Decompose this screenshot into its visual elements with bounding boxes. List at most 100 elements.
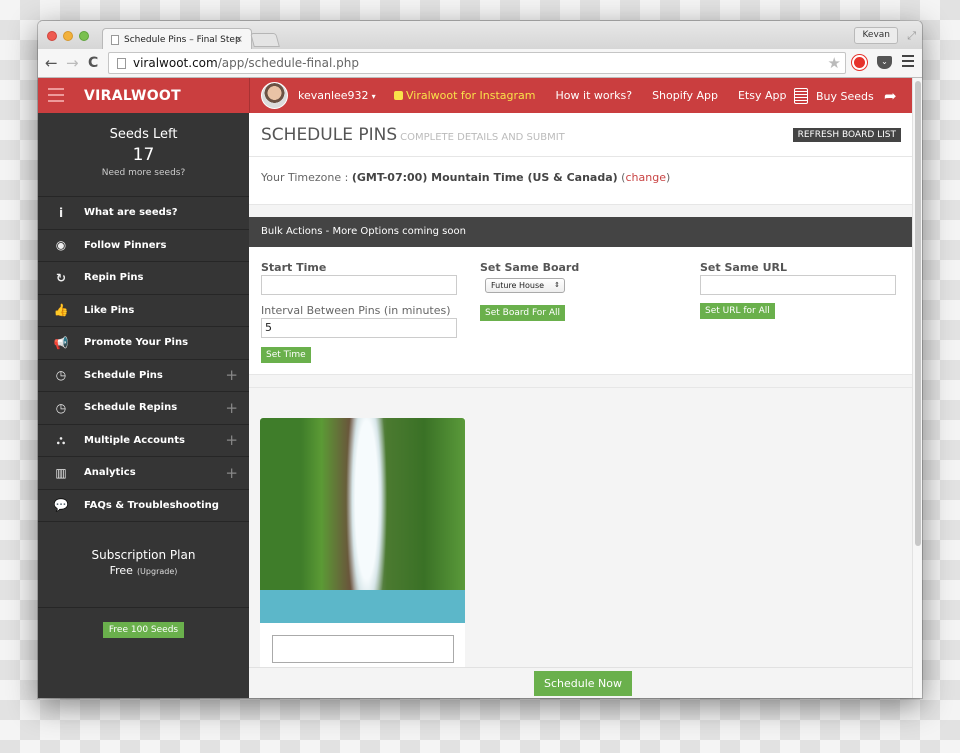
sidebar-item-analytics[interactable]: ▥ Analytics + — [38, 457, 249, 490]
page-icon — [117, 57, 126, 69]
profile-button[interactable]: Kevan — [854, 27, 898, 44]
free-100-seeds-button[interactable]: Free 100 Seeds — [102, 622, 185, 638]
fullscreen-icon[interactable]: ⤢ — [907, 29, 916, 43]
sidebar-item-label: Multiple Accounts — [84, 434, 185, 446]
tab-close-icon[interactable]: × — [235, 34, 243, 45]
sidebar-item-schedule-pins[interactable]: ◷ Schedule Pins + — [38, 360, 249, 392]
top-nav: Viralwoot for Instagram How it works? Sh… — [394, 89, 806, 102]
pin-card — [260, 418, 465, 678]
interval-input[interactable]: 5 — [261, 318, 457, 338]
chat-bubbles-icon: 💬 — [53, 498, 69, 513]
tab-title: Schedule Pins – Final Step — [124, 34, 241, 45]
start-time-input[interactable] — [261, 275, 457, 295]
user-menu[interactable]: kevanlee932 ▾ — [298, 89, 376, 102]
browser-menu-icon[interactable] — [902, 55, 914, 67]
timezone-panel: Your Timezone : (GMT-07:00) Mountain Tim… — [249, 157, 912, 205]
expand-plus-icon[interactable]: + — [225, 464, 238, 482]
sidebar-item-label: Promote Your Pins — [84, 337, 189, 349]
buy-seeds-label: Buy Seeds — [816, 89, 874, 103]
back-icon[interactable]: ← — [45, 54, 58, 72]
plan-name: Free (Upgrade) — [38, 564, 249, 577]
app-header: VIRALWOOT kevanlee932 ▾ Viralwoot for Ins… — [38, 78, 912, 113]
minimize-window-button[interactable] — [63, 31, 73, 41]
waterfall-photo — [260, 418, 465, 623]
set-time-button[interactable]: Set Time — [261, 347, 311, 363]
expand-plus-icon[interactable]: + — [225, 399, 238, 417]
timezone-label: Your Timezone : — [261, 171, 352, 184]
app-logo[interactable]: VIRALWOOT — [84, 88, 181, 104]
header-divider — [249, 78, 250, 113]
interval-label: Interval Between Pins (in minutes) — [261, 304, 451, 317]
bar-chart-icon: ▥ — [55, 465, 67, 480]
set-board-for-all-button[interactable]: Set Board For All — [480, 305, 566, 321]
instagram-icon — [394, 91, 403, 100]
change-timezone-link[interactable]: change — [625, 171, 665, 184]
zoom-window-button[interactable] — [79, 31, 89, 41]
nav-link-instagram[interactable]: Viralwoot for Instagram — [394, 89, 536, 102]
page-title-text: SCHEDULE PINS — [261, 125, 398, 145]
pocket-extension-icon[interactable]: ⌄ — [877, 56, 892, 69]
sidebar-item-label: Schedule Pins — [84, 369, 163, 381]
upgrade-link[interactable]: (Upgrade) — [137, 567, 177, 576]
forward-icon[interactable]: → — [66, 54, 79, 72]
sidebar-item-label: Schedule Repins — [84, 402, 178, 414]
set-url-for-all-button[interactable]: Set URL for All — [700, 303, 775, 319]
nav-link-etsy-app[interactable]: Etsy App — [738, 89, 787, 102]
address-bar[interactable]: viralwoot.com /app/schedule-final.php ★ — [108, 52, 846, 74]
sidebar-item-schedule-repins[interactable]: ◷ Schedule Repins + — [38, 392, 249, 425]
clock-icon: ◷ — [55, 368, 67, 383]
nav-link-shopify-app[interactable]: Shopify App — [652, 89, 718, 102]
pin-caption-textarea[interactable] — [272, 635, 454, 663]
clock-icon: ◷ — [55, 400, 67, 415]
free-seeds-wrap: Free 100 Seeds — [38, 608, 249, 638]
sidebar-item-like-pins[interactable]: 👍 Like Pins — [38, 295, 249, 327]
browser-tab[interactable]: Schedule Pins – Final Step × — [102, 28, 252, 50]
sidebar-item-faqs[interactable]: 💬 FAQs & Troubleshooting — [38, 490, 249, 522]
url-input[interactable] — [700, 275, 896, 295]
coins-icon — [794, 88, 808, 104]
bookmark-star-icon[interactable]: ★ — [828, 54, 841, 72]
scrollbar-thumb[interactable] — [915, 81, 921, 546]
page-subtitle: COMPLETE DETAILS AND SUBMIT — [400, 132, 565, 143]
sidebar-item-label: What are seeds? — [84, 207, 178, 219]
seeds-left-title: Seeds Left — [109, 127, 178, 142]
nav-link-how-it-works[interactable]: How it works? — [556, 89, 633, 102]
browser-toolbar: ← → C viralwoot.com /app/schedule-final.… — [38, 49, 922, 78]
need-more-seeds-link[interactable]: Need more seeds? — [38, 168, 249, 178]
hamburger-menu-icon[interactable] — [48, 88, 64, 102]
set-same-board-label: Set Same Board — [480, 261, 580, 274]
close-window-button[interactable] — [47, 31, 57, 41]
schedule-bar: Schedule Now — [249, 667, 912, 698]
board-select[interactable]: Future House ⇕ — [485, 278, 565, 293]
sidebar-item-repin-pins[interactable]: ↻ Repin Pins — [38, 262, 249, 295]
sidebar-item-label: Like Pins — [84, 304, 135, 316]
username: kevanlee932 — [298, 89, 369, 102]
user-avatar[interactable] — [261, 82, 288, 109]
sidebar-item-multiple-accounts[interactable]: ⛬ Multiple Accounts + — [38, 425, 249, 457]
reload-icon[interactable]: C — [88, 54, 98, 72]
sidebar-item-what-are-seeds[interactable]: i What are seeds? — [38, 197, 249, 230]
refresh-board-list-button[interactable]: REFRESH BOARD LIST — [792, 128, 901, 142]
sidebar-item-promote-your-pins[interactable]: 📢 Promote Your Pins — [38, 327, 249, 360]
refresh-icon: ↻ — [55, 270, 67, 285]
nav-link-label: Viralwoot for Instagram — [406, 89, 536, 102]
expand-plus-icon[interactable]: + — [225, 366, 238, 384]
new-tab-button[interactable] — [250, 33, 280, 47]
megaphone-icon: 📢 — [53, 335, 69, 350]
timezone-value: (GMT-07:00) Mountain Time (US & Canada) — [351, 171, 618, 184]
page-scrollbar[interactable] — [912, 78, 922, 698]
sidebar-item-follow-pinners[interactable]: ◉ Follow Pinners — [38, 230, 249, 262]
bulk-actions-panel: Start Time Interval Between Pins (in min… — [249, 247, 912, 375]
buy-seeds-link[interactable]: Buy Seeds — [794, 88, 874, 104]
expand-plus-icon[interactable]: + — [225, 431, 238, 449]
seeds-count: 17 — [132, 145, 155, 165]
paren-close: ) — [665, 171, 671, 184]
board-select-value: Future House — [491, 281, 545, 290]
sidebar-item-label: FAQs & Troubleshooting — [84, 499, 219, 511]
adblock-extension-icon[interactable] — [852, 55, 867, 70]
schedule-now-button[interactable]: Schedule Now — [534, 671, 632, 696]
logout-icon[interactable]: ➦ — [884, 87, 897, 105]
page-title: SCHEDULE PINS COMPLETE DETAILS AND SUBMIT — [261, 125, 565, 145]
thumbs-up-icon: 👍 — [53, 303, 69, 318]
user-icon: ◉ — [55, 238, 67, 253]
